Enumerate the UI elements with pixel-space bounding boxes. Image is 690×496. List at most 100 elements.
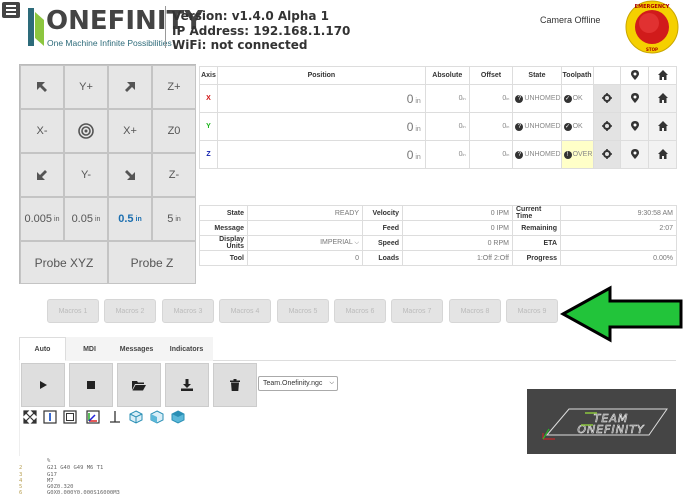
header-blank-cell [592,66,622,85]
download-icon [181,379,193,391]
gear-icon [601,148,612,159]
step-unit: in [54,215,60,223]
play-button[interactable] [21,363,65,407]
offset-y: 0in [468,112,514,141]
zero-z-button[interactable]: Z0 [152,109,196,153]
state-value: READY [247,205,363,221]
tab-indicators[interactable]: Indicators [160,337,213,361]
header-goto-all-button[interactable] [620,66,650,85]
jog-x-plus-button[interactable]: X+ [108,109,152,153]
position-value: 0 [406,147,414,162]
jog-down-left-button[interactable] [20,153,64,197]
probe-xyz-button[interactable]: Probe XYZ [20,241,108,284]
position-y: 0 in [216,112,426,141]
go-home-target-button[interactable] [64,109,108,153]
macro-button-7[interactable]: Macros 7 [391,299,443,323]
axis-letter-z: Z [199,140,218,169]
gcode-viewer[interactable]: % 2 G21 G40 G49 M6 T1 3 G17 4 M7 5 G0Z0.320 … [19,456,676,496]
cube-view-icon[interactable] [129,410,143,424]
arrow-down-left-icon [37,170,47,180]
display-units-select[interactable]: IMPERIAL ⌵ [247,235,363,251]
position-unit: in [415,125,421,133]
bounds-view-icon[interactable] [63,410,77,424]
jog-z-plus-button[interactable]: Z+ [152,65,196,109]
macro-button-6[interactable]: Macros 6 [334,299,386,323]
jog-up-right-button[interactable] [108,65,152,109]
open-folder-button[interactable] [117,363,161,407]
jog-x-minus-button[interactable]: X- [20,109,64,153]
step-0.05-button[interactable]: 0.05 in [64,197,108,241]
step-0.5-button[interactable]: 0.5 in [108,197,152,241]
tool-view-icon[interactable] [43,410,57,424]
axes-view-icon[interactable] [86,410,100,424]
cube-top-view-icon[interactable] [171,410,185,424]
speed-label: Speed [362,235,403,251]
step-5-button[interactable]: 5 in [152,197,196,241]
tab-messages[interactable]: Messages [113,337,160,361]
stop-icon [87,381,95,389]
file-select[interactable]: Team.Onefinity.ngc ⌵ [258,376,338,391]
axis-x-home-button[interactable] [648,84,677,113]
absolute-unit: in [462,124,466,129]
axis-x-goto-button[interactable] [620,84,650,113]
macro-button-8[interactable]: Macros 8 [449,299,501,323]
message-label: Message [199,220,248,236]
axis-x-settings-button[interactable] [592,84,622,113]
arrow-down-right-icon [125,170,135,180]
step-0.005-button[interactable]: 0.005 in [20,197,64,241]
macro-button-2[interactable]: Macros 2 [104,299,156,323]
check-circle-icon: ✓ [563,94,572,103]
gear-icon [601,120,612,131]
camera-status: Camera Offline [540,15,601,25]
position-value: 0 [406,91,414,106]
tab-auto[interactable]: Auto [19,337,66,361]
axis-z-settings-button[interactable] [592,140,622,169]
absolute-z: 0in [424,140,470,169]
toolpath-value: OK [572,94,583,102]
step-unit: in [94,215,101,223]
axis-y-home-button[interactable] [648,112,677,141]
axis-z-goto-button[interactable] [620,140,650,169]
grid-view-icon[interactable] [108,410,122,424]
speed-value: 0 RPM [402,235,513,251]
home-all-button[interactable] [648,66,677,85]
axis-y-settings-button[interactable] [592,112,622,141]
velocity-value: 0 IPM [402,205,513,221]
home-icon [657,148,668,159]
tab-mdi[interactable]: MDI [66,337,113,361]
menu-button[interactable] [2,2,20,18]
step-unit: in [135,215,142,223]
state-z: ? UNHOMED [512,140,562,169]
message-value [247,220,363,236]
jog-down-right-button[interactable] [108,153,152,197]
axis-y-goto-button[interactable] [620,112,650,141]
progress-value: 0.00% [560,250,677,266]
emergency-stop-button[interactable]: EMERGENCY STOP [624,0,680,54]
probe-z-button[interactable]: Probe Z [108,241,196,284]
gcode-line: 2 G21 G40 G49 M6 T1 [19,465,103,471]
jog-y-plus-button[interactable]: Y+ [64,65,108,109]
axis-z-home-button[interactable] [648,140,677,169]
fullscreen-icon[interactable] [23,410,37,424]
macro-button-5[interactable]: Macros 5 [277,299,329,323]
gcode-text: G21 G40 G49 M6 T1 [47,465,104,471]
delete-button[interactable] [213,363,257,407]
jog-z-minus-button[interactable]: Z- [152,153,196,197]
cube-front-view-icon[interactable] [150,410,164,424]
stop-button[interactable] [69,363,113,407]
header-position: Position [216,66,426,85]
macro-button-3[interactable]: Macros 3 [162,299,214,323]
logo-tagline: One Machine Infinite Possibilities [47,38,172,48]
macro-button-4[interactable]: Macros 4 [219,299,271,323]
step-value: 0.05 [71,213,93,225]
toolpath-preview[interactable]: TEAM ONEFINITY [527,389,676,454]
header-offset: Offset [468,66,514,85]
jog-up-left-button[interactable] [20,65,64,109]
macro-button-9[interactable]: Macros 9 [506,299,558,323]
macro-button-1[interactable]: Macros 1 [47,299,99,323]
tool-label: Tool [199,250,248,266]
jog-y-minus-button[interactable]: Y- [64,153,108,197]
status-row: Tool 0 Loads 1:Off 2:Off Progress 0.00% [199,250,677,266]
loads-value: 1:Off 2:Off [402,250,513,266]
download-button[interactable] [165,363,209,407]
